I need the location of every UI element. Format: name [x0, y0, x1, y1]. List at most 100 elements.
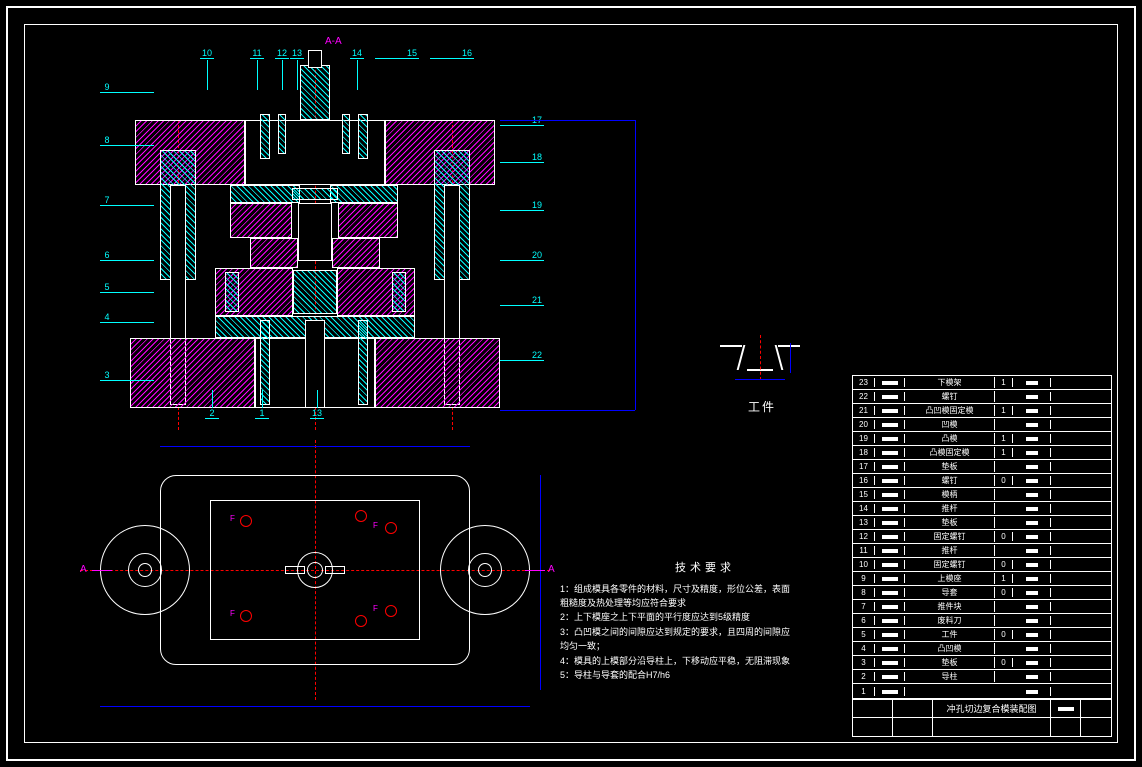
balloon-2: 2: [205, 408, 219, 419]
punchholder-r: [338, 203, 398, 238]
block-mr: [332, 238, 380, 268]
leader-5: [114, 292, 154, 293]
bom-row-1: 1: [853, 684, 1111, 698]
bolt-t2: [358, 114, 368, 159]
tech-line-5: 5：导柱与导套的配合H7/h6: [560, 668, 850, 682]
bom-row-4: 4凸凹模: [853, 642, 1111, 656]
plan-guide-r-in: [478, 563, 492, 577]
leader-11: [257, 60, 258, 90]
punchholder-l: [230, 203, 292, 238]
plan-center-hole-in: [307, 562, 323, 578]
plan-view: F F F F: [100, 450, 530, 690]
plan-bolt-3: [385, 522, 397, 534]
scrap-r: [392, 272, 406, 312]
dim-sec-bot: [500, 410, 635, 411]
bolt-t4: [342, 114, 350, 154]
bom-row-12: 12固定螺钉0: [853, 530, 1111, 544]
punch: [298, 203, 332, 261]
shank-pin: [308, 50, 322, 68]
section-label: A-A: [325, 36, 342, 47]
plan-section-A-left: A: [80, 564, 87, 575]
bom-row-20: 20凹模: [853, 418, 1111, 432]
leader-15: [375, 58, 405, 59]
balloon-13b: 13: [310, 408, 324, 419]
tech-requirements: 技术要求 1：组成模具各零件的材料，尺寸及精度，形位公差，表面 粗糙度及热处理等…: [560, 560, 850, 682]
balloon-7: 7: [100, 195, 114, 206]
bom-row-9: 9上模座1: [853, 572, 1111, 586]
bom-row-22: 22螺钉: [853, 390, 1111, 404]
title-block: 冲孔切边复合模装配图: [852, 699, 1112, 737]
leader-18: [500, 162, 530, 163]
tech-line-1: 1：组成模具各零件的材料，尺寸及精度，形位公差，表面: [560, 582, 850, 596]
balloon-21: 21: [530, 295, 544, 306]
bolt-b2: [358, 320, 368, 405]
tech-line-1b: 粗糙度及热处理等均应符合要求: [560, 596, 850, 610]
tech-title: 技术要求: [560, 560, 850, 578]
plan-bolt-5: [355, 615, 367, 627]
balloon-15: 15: [405, 48, 419, 59]
plan-bolt-2: [355, 510, 367, 522]
leader-10: [207, 60, 208, 90]
stripper-cap: [292, 188, 338, 200]
leader-2: [212, 390, 213, 408]
bom-row-18: 18凸模固定模1: [853, 446, 1111, 460]
workpiece-detail: [720, 335, 810, 395]
leader-17: [500, 125, 530, 126]
leader-21: [500, 305, 530, 306]
backing-l: [230, 185, 300, 203]
bom-row-10: 10固定螺钉0: [853, 558, 1111, 572]
dim-section-height: [635, 120, 636, 410]
leader-14: [357, 60, 358, 90]
backing-r: [330, 185, 398, 203]
balloon-6: 6: [100, 250, 114, 261]
bom-row-14: 14推杆: [853, 502, 1111, 516]
die-insert: [293, 270, 337, 314]
scrap-l: [225, 272, 239, 312]
bom-table: 23下模架122螺钉21凸凹模固定模120凹模19凸模118凸模固定模117垫板…: [852, 375, 1112, 699]
balloon-8: 8: [100, 135, 114, 146]
section-view: [100, 70, 530, 420]
bom-row-7: 7推件块: [853, 600, 1111, 614]
leader-20: [500, 260, 530, 261]
plan-key-r: [325, 566, 345, 574]
balloon-13: 13: [290, 48, 304, 59]
leader-3: [114, 380, 154, 381]
plan-bolt-4: [240, 610, 252, 622]
tech-line-4: 4：模具的上模部分沿导柱上，下移动应平稳，无阻滞现象: [560, 654, 850, 668]
balloon-3: 3: [100, 370, 114, 381]
block-ml: [250, 238, 298, 268]
plan-bolt-1: [240, 515, 252, 527]
balloon-22: 22: [530, 350, 544, 361]
tech-line-3b: 均匀一致；: [560, 639, 850, 653]
leader-6: [114, 260, 154, 261]
lower-shoe-r: [375, 338, 500, 408]
leader-12: [282, 60, 283, 90]
bom-row-15: 15模柄: [853, 488, 1111, 502]
leader-4: [114, 322, 154, 323]
balloon-5: 5: [100, 282, 114, 293]
bolt-t3: [278, 114, 286, 154]
bom-row-19: 19凸模1: [853, 432, 1111, 446]
bom-row-8: 8导套0: [853, 586, 1111, 600]
plan-section-A-right: A: [548, 564, 555, 575]
tech-line-2: 2：上下模座之上下平面的平行度应达到5级精度: [560, 610, 850, 624]
bolt-t1: [260, 114, 270, 159]
leader-9: [114, 92, 154, 93]
plan-bolt-6: [385, 605, 397, 617]
plan-dim-right: [540, 475, 541, 690]
leader-13: [297, 60, 298, 90]
leader-22: [500, 360, 530, 361]
balloon-1: 1: [255, 408, 269, 419]
bom-row-13: 13垫板: [853, 516, 1111, 530]
tech-line-3: 3：凸凹模之间的间隙应达到规定的要求，且四周的间隙应: [560, 625, 850, 639]
drawing-title: 冲孔切边复合模装配图: [933, 700, 1051, 718]
bom-row-17: 17垫板: [853, 460, 1111, 474]
bom-row-21: 21凸凹模固定模1: [853, 404, 1111, 418]
bom-row-11: 11推杆: [853, 544, 1111, 558]
balloon-12: 12: [275, 48, 289, 59]
balloon-11: 11: [250, 48, 264, 59]
dim-sec-top: [500, 120, 635, 121]
bom-row-3: 3垫板0: [853, 656, 1111, 670]
bom-row-5: 5工件0: [853, 628, 1111, 642]
leader-19: [500, 210, 530, 211]
